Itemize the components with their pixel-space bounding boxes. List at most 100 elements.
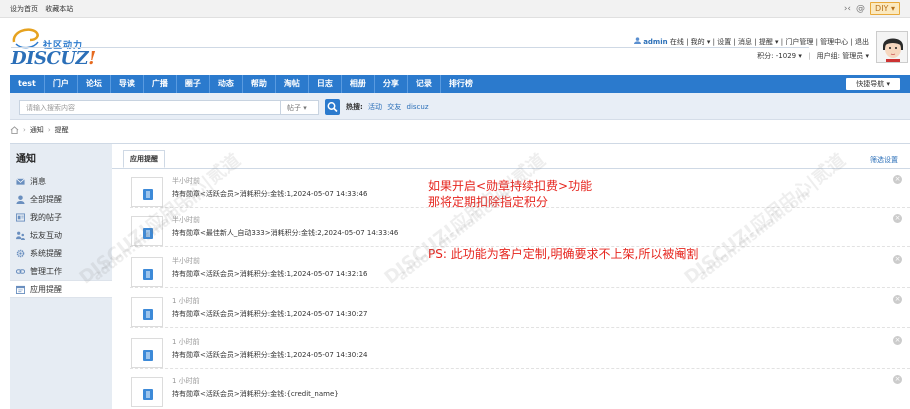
- sidebar-item-app-reminders[interactable]: 应用提醒: [10, 280, 112, 298]
- username-link[interactable]: admin: [643, 38, 667, 46]
- nav-item[interactable]: 门户: [45, 75, 78, 93]
- notice-text: 持有勋章<活跃会员>消耗积分:金钱:1,2024-05-07 14:30:24: [172, 351, 368, 359]
- close-icon[interactable]: ×: [893, 375, 902, 384]
- notice-text: 持有勋章<活跃会员>消耗积分:金钱:1,2024-05-07 14:30:27: [172, 310, 368, 318]
- nav-item[interactable]: 帮助: [243, 75, 276, 93]
- nav-item[interactable]: 相册: [342, 75, 375, 93]
- sidebar-item-all-reminders[interactable]: 全部提醒: [10, 190, 112, 208]
- hot-search-link[interactable]: discuz: [407, 103, 429, 111]
- close-icon[interactable]: ×: [893, 336, 902, 345]
- annotation-line: 那将定期扣除指定积分: [428, 195, 549, 209]
- sidebar-item-messages[interactable]: 消息: [10, 172, 112, 190]
- close-icon[interactable]: ×: [893, 255, 902, 264]
- search-type-select[interactable]: 帖子 ▾: [281, 100, 319, 115]
- breadcrumb-notice[interactable]: 通知: [30, 125, 44, 135]
- posts-icon: [16, 213, 25, 222]
- list-item: 半小时前 持有勋章<最佳新人_自动333>消耗积分:金钱:2,2024-05-0…: [130, 211, 910, 247]
- close-icon[interactable]: ×: [893, 295, 902, 304]
- avatar-face-icon: [877, 32, 907, 62]
- online-status: 在线: [669, 38, 684, 46]
- main-nav: test 门户 论坛 导读 广播 圈子 动态 帮助 淘帖 日志 相册 分享 记录…: [10, 75, 910, 93]
- set-homepage-link[interactable]: 设为首页: [10, 5, 38, 13]
- envelope-icon: [16, 178, 25, 185]
- user-menu-line: admin 在线 | 我的 ▾ | 设置 | 消息 | 提醒 ▾ | 门户管理 …: [633, 35, 869, 49]
- app-notice-icon: [131, 216, 163, 246]
- link-icon: [16, 269, 25, 274]
- notice-text: 持有勋章<活跃会员>消耗积分:金钱:1,2024-05-07 14:33:46: [172, 190, 368, 198]
- sidebar: 通知 消息 全部提醒 我的帖子 坛友互动 系统提醒 管理工作 应用提醒: [10, 143, 112, 409]
- top-links: 设为首页 收藏本站: [10, 4, 78, 14]
- notice-text: 持有勋章<活跃会员>消耗积分:金钱:1,2024-05-07 14:32:16: [172, 270, 368, 278]
- app-notice-icon: [131, 377, 163, 407]
- nav-item[interactable]: 日志: [309, 75, 342, 93]
- close-icon[interactable]: ×: [893, 175, 902, 184]
- notice-time: 1 小时前: [172, 297, 200, 305]
- nav-item[interactable]: 广播: [144, 75, 177, 93]
- bookmark-link[interactable]: 收藏本站: [45, 5, 73, 13]
- sidebar-item-interaction[interactable]: 坛友互动: [10, 226, 112, 244]
- notice-time: 半小时前: [172, 257, 200, 265]
- quick-nav-button[interactable]: 快捷导航 ▾: [846, 78, 900, 90]
- sidebar-item-my-posts[interactable]: 我的帖子: [10, 208, 112, 226]
- header: 社区动力 DISCUZ! admin 在线 | 我的 ▾ | 设置 | 消息 |…: [0, 18, 910, 72]
- app-notice-icon: [131, 338, 163, 368]
- sidebar-item-management[interactable]: 管理工作: [10, 262, 112, 280]
- app-notice-icon: [131, 297, 163, 327]
- list-item: 1 小时前 持有勋章<活跃会员>消耗积分:金钱:{credit_name} ×: [130, 372, 910, 408]
- friends-icon: [16, 231, 25, 240]
- top-right-tools: ›‹ @ DIY ▾: [844, 2, 900, 15]
- notice-time: 1 小时前: [172, 338, 200, 346]
- hot-search-label: 热搜:: [346, 103, 363, 111]
- search-button[interactable]: [325, 99, 340, 115]
- site-logo[interactable]: 社区动力 DISCUZ!: [10, 26, 809, 69]
- notice-text: 持有勋章<活跃会员>消耗积分:金钱:{credit_name}: [172, 390, 339, 398]
- list-item: 1 小时前 持有勋章<活跃会员>消耗积分:金钱:1,2024-05-07 14:…: [130, 292, 910, 328]
- hot-search: 热搜: 活动 交友 discuz: [346, 102, 429, 112]
- nav-item[interactable]: test: [10, 75, 45, 93]
- notice-time: 半小时前: [172, 177, 200, 185]
- search-input[interactable]: 请输入搜索内容: [19, 100, 281, 115]
- nav-item[interactable]: 排行榜: [441, 75, 481, 93]
- switch-icon[interactable]: ›‹: [844, 4, 851, 14]
- nav-item[interactable]: 记录: [408, 75, 441, 93]
- diy-button[interactable]: DIY ▾: [870, 2, 900, 15]
- breadcrumb: › 通知 › 提醒: [10, 125, 69, 135]
- credit-dropdown[interactable]: 积分: -1029 ▾: [757, 52, 802, 60]
- user-icon: [16, 195, 25, 204]
- home-icon[interactable]: [10, 126, 19, 134]
- calendar-icon: [16, 285, 25, 294]
- user-menu-links[interactable]: | 我的 ▾ | 设置 | 消息 | 提醒 ▾ | 门户管理 | 管理中心 | …: [686, 38, 869, 46]
- search-bar: 请输入搜索内容 帖子 ▾ 热搜: 活动 交友 discuz: [10, 93, 910, 120]
- list-item: 1 小时前 持有勋章<活跃会员>消耗积分:金钱:1,2024-05-07 14:…: [130, 333, 910, 369]
- nav-item[interactable]: 分享: [375, 75, 408, 93]
- avatar[interactable]: [876, 31, 908, 63]
- notice-time: 半小时前: [172, 216, 200, 224]
- app-notice-icon: [131, 177, 163, 207]
- at-icon[interactable]: @: [856, 4, 865, 14]
- top-bar: 设为首页 收藏本站 ›‹ @ DIY ▾: [0, 0, 910, 18]
- gear-icon: [16, 249, 25, 258]
- filter-settings-link[interactable]: 筛选设置: [870, 155, 898, 165]
- nav-item[interactable]: 圈子: [177, 75, 210, 93]
- notice-time: 1 小时前: [172, 377, 200, 385]
- usergroup-dropdown[interactable]: 用户组: 管理员 ▾: [817, 52, 869, 60]
- notice-text: 持有勋章<最佳新人_自动333>消耗积分:金钱:2,2024-05-07 14:…: [172, 229, 399, 237]
- hot-search-link[interactable]: 活动: [368, 103, 382, 111]
- sidebar-title: 通知: [16, 154, 36, 165]
- user-icon: [633, 37, 641, 44]
- annotation-block: 如果开启<勋章持续扣费>功能 那将定期扣除指定积分: [428, 178, 592, 210]
- nav-item[interactable]: 导读: [111, 75, 144, 93]
- app-notice-icon: [131, 257, 163, 287]
- user-credit-line: 积分: -1029 ▾ | 用户组: 管理员 ▾: [757, 52, 869, 60]
- nav-item[interactable]: 动态: [210, 75, 243, 93]
- sidebar-item-system[interactable]: 系统提醒: [10, 244, 112, 262]
- close-icon[interactable]: ×: [893, 214, 902, 223]
- nav-item[interactable]: 淘帖: [276, 75, 309, 93]
- breadcrumb-reminder: 提醒: [54, 126, 69, 134]
- annotation-ps: PS: 此功能为客户定制,明确要求不上架,所以被阉割: [428, 247, 699, 261]
- annotation-line: 如果开启<勋章持续扣费>功能: [428, 179, 593, 193]
- nav-item[interactable]: 论坛: [78, 75, 111, 93]
- tab-app-reminders[interactable]: 应用提醒: [123, 150, 165, 168]
- user-panel: admin 在线 | 我的 ▾ | 设置 | 消息 | 提醒 ▾ | 门户管理 …: [633, 35, 869, 63]
- hot-search-link[interactable]: 交友: [387, 103, 401, 111]
